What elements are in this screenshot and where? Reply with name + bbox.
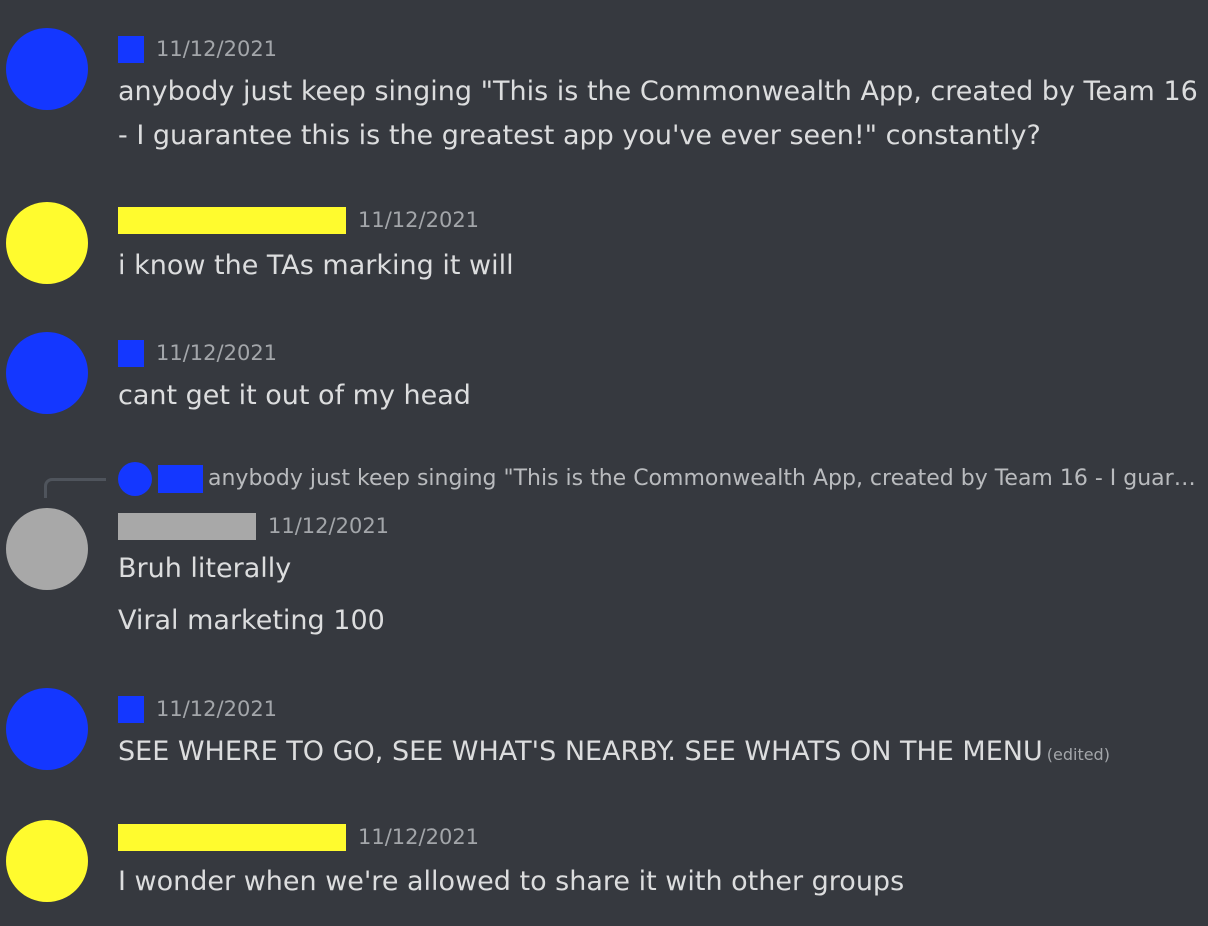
timestamp: 11/12/2021 [156,341,278,365]
message-header: 11/12/2021 [118,694,277,724]
avatar[interactable] [6,332,88,414]
message-header: 11/12/2021 [118,34,277,64]
avatar[interactable] [6,508,88,590]
timestamp: 11/12/2021 [268,514,390,538]
message-header: 11/12/2021 [118,338,277,368]
message-text: cant get it out of my head [118,380,471,411]
reply-avatar[interactable] [118,462,152,496]
avatar[interactable] [6,28,88,110]
message-feed: 11/12/2021 anybody just keep singing "Th… [0,0,1208,926]
avatar[interactable] [6,202,88,284]
reply-username-redacted[interactable] [158,465,203,493]
avatar[interactable] [6,688,88,770]
message-text: - I guarantee this is the greatest app y… [118,120,1041,151]
avatar[interactable] [6,820,88,902]
reply-preview[interactable]: anybody just keep singing "This is the C… [0,460,1208,498]
message-text: Viral marketing 100 [118,605,385,636]
message-text: Bruh literally [118,553,292,584]
reply-connector [44,478,106,498]
message-header: 11/12/2021 [118,511,389,541]
message-text: I wonder when we're allowed to share it … [118,866,905,897]
message-header: 11/12/2021 [118,205,479,235]
timestamp: 11/12/2021 [156,37,278,61]
username-redacted[interactable] [118,339,144,367]
message-text: anybody just keep singing "This is the C… [118,76,1198,107]
message-header: 11/12/2021 [118,822,479,852]
edited-label: (edited) [1046,745,1110,764]
timestamp: 11/12/2021 [358,825,480,849]
username-redacted[interactable] [118,206,346,234]
reply-preview-text[interactable]: anybody just keep singing "This is the C… [208,462,1198,496]
timestamp: 11/12/2021 [358,208,480,232]
username-redacted[interactable] [118,823,346,851]
message-text-content: SEE WHERE TO GO, SEE WHAT'S NEARBY. SEE … [118,736,1043,767]
message-text: i know the TAs marking it will [118,250,514,281]
message-text: SEE WHERE TO GO, SEE WHAT'S NEARBY. SEE … [118,730,1110,777]
username-redacted[interactable] [118,35,144,63]
username-redacted[interactable] [118,695,144,723]
username-redacted[interactable] [118,512,256,540]
timestamp: 11/12/2021 [156,697,278,721]
